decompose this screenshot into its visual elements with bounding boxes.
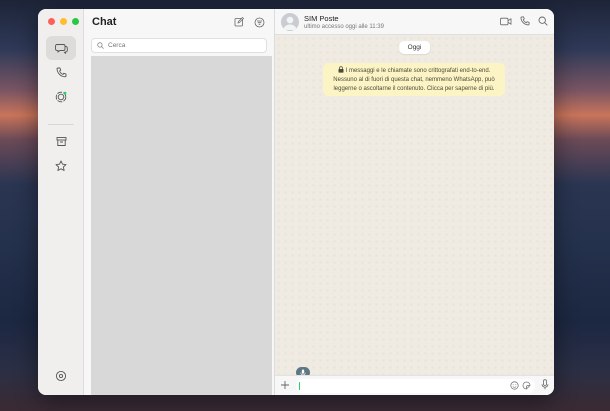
whatsapp-window: Chat Cerca SIM Poste ultimo accesso oggi… <box>38 9 554 395</box>
voice-message-button[interactable] <box>541 377 549 395</box>
sticker-button[interactable] <box>522 377 531 395</box>
search-bar[interactable] <box>91 38 267 53</box>
video-call-icon <box>500 17 512 25</box>
archive-icon <box>56 136 66 146</box>
lock-icon <box>338 66 344 73</box>
chat-list-title: Chat <box>92 16 117 28</box>
microphone-icon <box>541 378 549 389</box>
window-controls <box>48 18 79 25</box>
contact-info[interactable]: SIM Poste ultimo accesso oggi alle 11:39 <box>304 14 500 30</box>
message-composer <box>275 375 554 395</box>
chat-list-header: Chat <box>84 9 274 35</box>
new-chat-icon <box>234 17 244 27</box>
text-caret <box>299 381 300 390</box>
zoom-window-button[interactable] <box>72 18 79 25</box>
rail-calls-button[interactable] <box>46 60 76 84</box>
message-area[interactable]: Oggi I messaggi e le chiamate sono critt… <box>275 35 554 375</box>
conversation-header[interactable]: SIM Poste ultimo accesso oggi alle 11:39 <box>275 9 554 35</box>
contact-name: SIM Poste <box>304 13 339 23</box>
emoji-icon <box>510 380 519 390</box>
video-call-button[interactable] <box>500 13 512 31</box>
rail-archive-button[interactable] <box>46 129 76 153</box>
nav-rail <box>38 9 84 395</box>
message-input[interactable] <box>296 377 535 395</box>
voice-call-button[interactable] <box>520 13 530 31</box>
sticker-icon <box>522 381 531 389</box>
minimize-window-button[interactable] <box>60 18 67 25</box>
rail-divider <box>48 124 74 125</box>
chat-list-content <box>91 56 272 395</box>
new-chat-button[interactable] <box>232 15 246 29</box>
status-icon <box>55 91 67 103</box>
contact-avatar[interactable] <box>281 12 299 31</box>
rail-chats-button[interactable] <box>46 36 76 60</box>
voice-call-icon <box>520 16 530 25</box>
search-input[interactable] <box>108 42 248 49</box>
calls-icon <box>56 67 66 77</box>
filter-icon <box>254 17 264 27</box>
search-icon <box>97 42 104 49</box>
conversation-panel: SIM Poste ultimo accesso oggi alle 11:39 <box>275 9 554 395</box>
encryption-notice[interactable]: I messaggi e le chiamate sono crittograf… <box>323 63 505 97</box>
encryption-notice-text: I messaggi e le chiamate sono crittograf… <box>333 68 495 92</box>
search-chat-button[interactable] <box>538 13 548 31</box>
default-avatar-icon <box>283 16 297 30</box>
chat-list-panel: Chat <box>84 9 275 395</box>
rail-settings-button[interactable] <box>46 364 76 388</box>
search-icon <box>538 16 548 26</box>
emoji-button[interactable] <box>510 377 519 395</box>
filter-button[interactable] <box>252 15 266 29</box>
close-window-button[interactable] <box>48 18 55 25</box>
conversation-actions <box>500 13 548 31</box>
rail-status-button[interactable] <box>46 85 76 109</box>
chats-icon <box>54 44 68 54</box>
rail-starred-button[interactable] <box>46 154 76 178</box>
plus-icon <box>281 380 289 389</box>
date-separator: Oggi <box>398 41 431 54</box>
attach-button[interactable] <box>280 377 290 395</box>
settings-icon <box>55 370 67 382</box>
contact-last-seen: ultimo accesso oggi alle 11:39 <box>304 23 384 30</box>
starred-icon <box>55 160 67 171</box>
